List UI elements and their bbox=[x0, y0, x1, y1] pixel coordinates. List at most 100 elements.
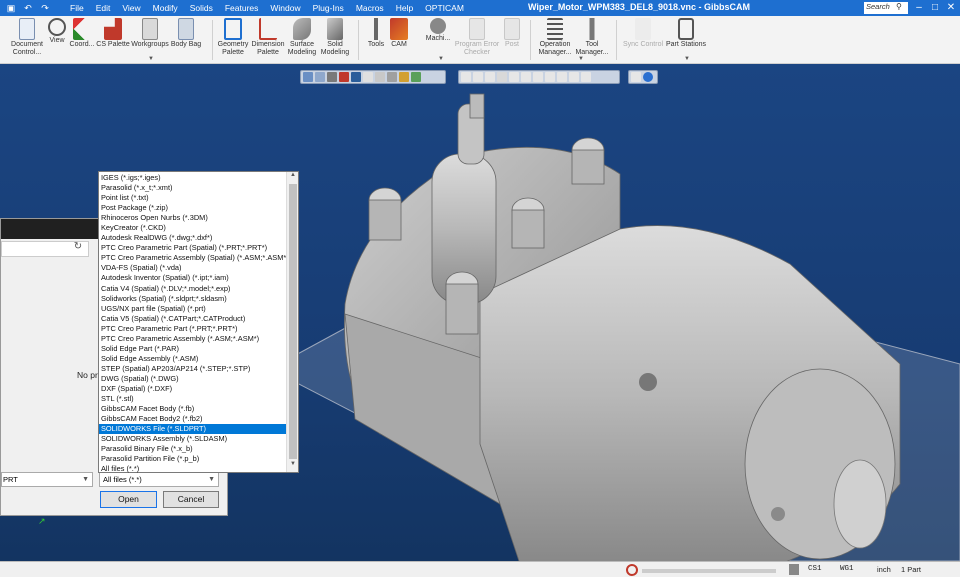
filename-value: PRT bbox=[3, 475, 18, 484]
scroll-up-icon[interactable]: ▲ bbox=[287, 172, 299, 183]
minimize-icon[interactable]: – bbox=[912, 1, 926, 15]
status-bar: CS1 WG1 inch 1 Part bbox=[0, 561, 960, 577]
parts-label: 1 Part bbox=[901, 565, 922, 574]
filetype-option[interactable]: Post Package (*.zip) bbox=[99, 203, 287, 213]
menu-file[interactable]: File bbox=[64, 3, 90, 13]
filetype-option[interactable]: Catia V4 (Spatial) (*.DLV;*.model;*.exp) bbox=[99, 284, 287, 294]
dimension-palette-icon bbox=[259, 18, 277, 40]
view-label: View bbox=[49, 37, 65, 44]
menu-modify[interactable]: Modify bbox=[147, 3, 184, 13]
menu-help[interactable]: Help bbox=[390, 3, 419, 13]
filetype-option[interactable]: Solid Edge Part (*.PAR) bbox=[99, 344, 287, 354]
post-button[interactable]: Post bbox=[502, 18, 522, 49]
undo-icon[interactable]: ↶ bbox=[21, 2, 35, 14]
filetype-option[interactable]: Parasolid (*.x_t;*.xmt) bbox=[99, 183, 287, 193]
coord-button[interactable]: Coord... bbox=[68, 18, 96, 49]
tool-manager-button[interactable]: Tool Manager... bbox=[572, 18, 612, 57]
filetype-option[interactable]: Autodesk RealDWG (*.dwg;*.dxf*) bbox=[99, 233, 287, 243]
filetype-option[interactable]: GibbsCAM Facet Body (*.fb) bbox=[99, 404, 287, 414]
scrollbar[interactable]: ▲ ▼ bbox=[286, 172, 298, 472]
surface-modeling-icon bbox=[293, 18, 311, 40]
maximize-icon[interactable]: □ bbox=[928, 1, 942, 15]
menu-view[interactable]: View bbox=[116, 3, 146, 13]
window-title: Wiper_Motor_WPM383_DEL8_9018.vnc - Gibbs… bbox=[528, 2, 750, 12]
chevron-down-icon[interactable]: ▼ bbox=[82, 473, 89, 486]
menu-solids[interactable]: Solids bbox=[184, 3, 219, 13]
sync-control-button[interactable]: Sync Control bbox=[620, 18, 666, 49]
filetype-option[interactable]: VDA-FS (Spatial) (*.vda) bbox=[99, 263, 287, 273]
chevron-down-icon[interactable]: ▼ bbox=[208, 473, 215, 486]
filetype-option[interactable]: GibbsCAM Facet Body2 (*.fb2) bbox=[99, 414, 287, 424]
filetype-option[interactable]: Autodesk Inventor (Spatial) (*.ipt;*.iam… bbox=[99, 273, 287, 283]
trash-icon[interactable] bbox=[789, 564, 799, 575]
filetype-option[interactable]: UGS/NX part file (Spatial) (*.prt) bbox=[99, 304, 287, 314]
tools-button[interactable]: Tools bbox=[362, 18, 390, 49]
cancel-button[interactable]: Cancel bbox=[163, 491, 219, 508]
save-icon[interactable]: ▣ bbox=[4, 2, 18, 14]
filetype-option[interactable]: DWG (Spatial) (*.DWG) bbox=[99, 374, 287, 384]
part-stations-label: Part Stations bbox=[665, 41, 707, 48]
filetype-option[interactable]: Solidworks (Spatial) (*.sldprt;*.sldasm) bbox=[99, 294, 287, 304]
chevron-down-icon[interactable]: ▼ bbox=[148, 56, 154, 62]
surface-modeling-label: Surface Modeling bbox=[287, 41, 317, 56]
filetype-option[interactable]: KeyCreator (*.CKD) bbox=[99, 223, 287, 233]
filetype-option[interactable]: Solid Edge Assembly (*.ASM) bbox=[99, 354, 287, 364]
machine-icon bbox=[430, 18, 446, 34]
chevron-down-icon[interactable]: ▼ bbox=[578, 56, 584, 62]
dimension-palette-button[interactable]: Dimension Palette bbox=[250, 18, 286, 57]
filetype-option[interactable]: Point list (*.txt) bbox=[99, 193, 287, 203]
chevron-down-icon[interactable]: ▼ bbox=[684, 56, 690, 62]
scroll-down-icon[interactable]: ▼ bbox=[287, 461, 299, 472]
solid-modeling-button[interactable]: Solid Modeling bbox=[318, 18, 352, 57]
filetype-dropdown-list[interactable]: IGES (*.igs;*.iges) Parasolid (*.x_t;*.xm… bbox=[98, 171, 299, 473]
filetype-option[interactable]: IGES (*.igs;*.iges) bbox=[99, 173, 287, 183]
filetype-option[interactable]: STEP (Spatial) AP203/AP214 (*.STEP;*.STP… bbox=[99, 364, 287, 374]
filetype-option[interactable]: Parasolid Partition File (*.p_b) bbox=[99, 454, 287, 464]
filetype-option[interactable]: SOLIDWORKS File (*.SLDPRT) bbox=[99, 424, 287, 435]
program-error-checker-button[interactable]: Program Error Checker bbox=[452, 18, 502, 57]
no-entry-icon[interactable] bbox=[626, 564, 638, 576]
cam-button[interactable]: CAM bbox=[388, 18, 410, 49]
close-icon[interactable]: ✕ bbox=[944, 1, 958, 15]
chevron-down-icon[interactable]: ▼ bbox=[438, 56, 444, 62]
filetype-option[interactable]: PTC Creo Parametric Part (*.PRT;*.PRT*) bbox=[99, 324, 287, 334]
coord-label: Coord... bbox=[69, 41, 95, 48]
menu-edit[interactable]: Edit bbox=[90, 3, 117, 13]
machine-button[interactable]: Machi... bbox=[424, 18, 452, 43]
menu-macros[interactable]: Macros bbox=[350, 3, 390, 13]
redo-icon[interactable]: ↷ bbox=[38, 2, 52, 14]
refresh-icon[interactable]: ↻ bbox=[71, 241, 85, 257]
part-stations-button[interactable]: Part Stations bbox=[664, 18, 708, 49]
search-icon[interactable]: ⚲ bbox=[896, 2, 908, 14]
document-control-button[interactable]: Document Control... bbox=[6, 18, 48, 57]
geometry-palette-button[interactable]: Geometry Palette bbox=[215, 18, 251, 57]
body-bag-button[interactable]: Body Bag bbox=[170, 18, 202, 49]
filetype-option[interactable]: DXF (Spatial) (*.DXF) bbox=[99, 384, 287, 394]
filetype-option[interactable]: Parasolid Binary File (*.x_b) bbox=[99, 444, 287, 454]
cs-label[interactable]: CS1 bbox=[808, 564, 822, 575]
menu-features[interactable]: Features bbox=[219, 3, 265, 13]
open-button[interactable]: Open bbox=[100, 491, 157, 508]
filetype-option[interactable]: SOLIDWORKS Assembly (*.SLDASM) bbox=[99, 434, 287, 444]
operation-manager-button[interactable]: Operation Manager... bbox=[534, 18, 576, 57]
view-button[interactable]: View bbox=[46, 18, 68, 45]
menu-plugins[interactable]: Plug-Ins bbox=[307, 3, 350, 13]
cs-palette-button[interactable]: CS Palette bbox=[96, 18, 130, 49]
machine-label: Machi... bbox=[425, 35, 451, 42]
filetype-option[interactable]: STL (*.stl) bbox=[99, 394, 287, 404]
filetype-option[interactable]: All files (*.*) bbox=[99, 464, 287, 474]
filename-field[interactable]: PRT ▼ bbox=[1, 472, 93, 487]
workgroup-label[interactable]: WG1 bbox=[840, 564, 854, 575]
units-label[interactable]: inch bbox=[877, 564, 891, 575]
filetype-option[interactable]: PTC Creo Parametric Part (Spatial) (*.PR… bbox=[99, 243, 287, 253]
surface-modeling-button[interactable]: Surface Modeling bbox=[286, 18, 318, 57]
scrollbar-thumb[interactable] bbox=[289, 184, 297, 459]
filetype-option[interactable]: Catia V5 (Spatial) (*.CATPart;*.CATProdu… bbox=[99, 314, 287, 324]
filetype-option[interactable]: PTC Creo Parametric Assembly (Spatial) (… bbox=[99, 253, 287, 263]
menu-window[interactable]: Window bbox=[264, 3, 306, 13]
filetype-option[interactable]: Rhinoceros Open Nurbs (*.3DM) bbox=[99, 213, 287, 223]
sync-control-label: Sync Control bbox=[622, 41, 664, 48]
menu-opticam[interactable]: OPTICAM bbox=[419, 3, 470, 13]
workgroups-button[interactable]: Workgroups bbox=[130, 18, 170, 49]
filetype-option[interactable]: PTC Creo Parametric Assembly (*.ASM;*.AS… bbox=[99, 334, 287, 344]
